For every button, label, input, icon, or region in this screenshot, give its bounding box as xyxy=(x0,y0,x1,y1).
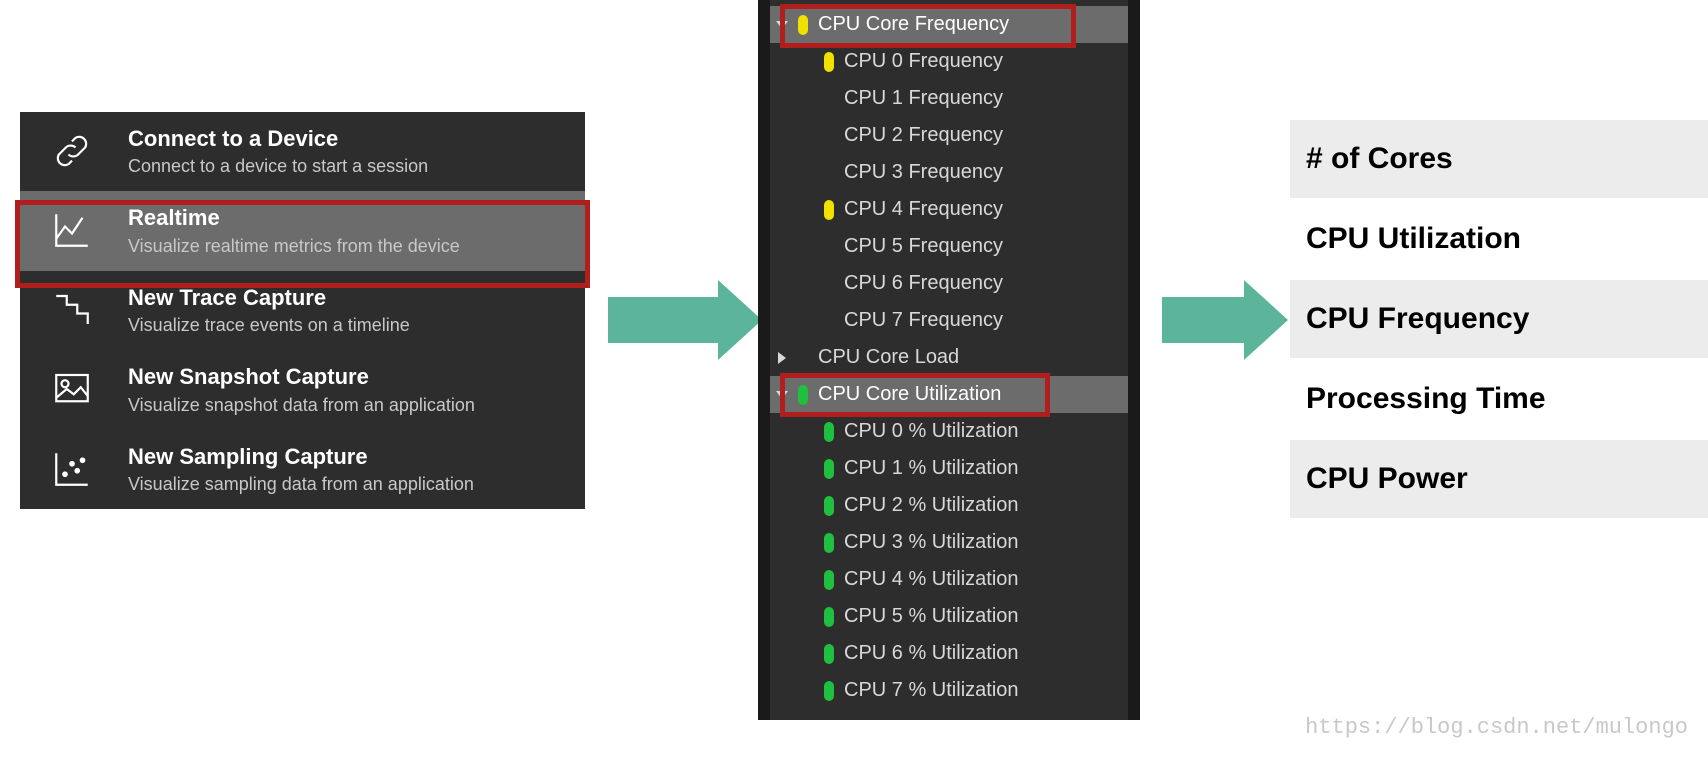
menu-item-title: New Snapshot Capture xyxy=(128,364,561,390)
list-item[interactable]: CPU Power xyxy=(1290,440,1708,520)
watermark-text: https://blog.csdn.net/mulongo xyxy=(1305,715,1688,740)
list-item-label: CPU Power xyxy=(1306,462,1468,495)
color-marker-icon xyxy=(824,644,834,664)
menu-item-snapshot[interactable]: New Snapshot Capture Visualize snapshot … xyxy=(20,350,585,429)
metric-list: # of Cores CPU Utilization CPU Frequency… xyxy=(1290,120,1708,520)
tree-node[interactable]: CPU 0 Frequency xyxy=(770,43,1128,80)
color-marker-icon xyxy=(824,89,834,109)
arrow-icon xyxy=(608,280,762,360)
color-marker-icon xyxy=(824,237,834,257)
tree-node-label: CPU Core Frequency xyxy=(818,13,1009,36)
tree-node-cpu-core-frequency[interactable]: CPU Core Frequency xyxy=(770,6,1128,43)
color-marker-icon xyxy=(824,570,834,590)
tree-node[interactable]: CPU 0 % Utilization xyxy=(770,413,1128,450)
color-marker-icon xyxy=(824,311,834,331)
tree-node-label: CPU 3 % Utilization xyxy=(844,531,1019,554)
list-item[interactable]: CPU Utilization xyxy=(1290,200,1708,280)
list-item[interactable]: CPU Frequency xyxy=(1290,280,1708,360)
tree-node[interactable]: CPU 5 Frequency xyxy=(770,228,1128,265)
list-item-label: CPU Frequency xyxy=(1306,302,1529,335)
color-marker-icon xyxy=(824,607,834,627)
list-item-label: # of Cores xyxy=(1306,142,1453,175)
tree-node[interactable]: CPU 3 Frequency xyxy=(770,154,1128,191)
tree-node-label: CPU Core Utilization xyxy=(818,383,1001,406)
tree-node[interactable]: CPU 4 Frequency xyxy=(770,191,1128,228)
color-marker-icon xyxy=(824,52,834,72)
color-marker-icon xyxy=(824,459,834,479)
menu-item-realtime[interactable]: Realtime Visualize realtime metrics from… xyxy=(20,191,585,270)
color-marker-icon xyxy=(824,422,834,442)
menu-item-subtitle: Visualize trace events on a timeline xyxy=(128,315,561,336)
tree-node-label: CPU 1 Frequency xyxy=(844,87,1003,110)
tree-node[interactable]: CPU 5 % Utilization xyxy=(770,598,1128,635)
color-marker-icon xyxy=(824,126,834,146)
menu-item-title: Realtime xyxy=(128,205,561,231)
tree-node-label: CPU 0 Frequency xyxy=(844,50,1003,73)
tree-node[interactable]: CPU 2 % Utilization xyxy=(770,487,1128,524)
menu-item-trace[interactable]: New Trace Capture Visualize trace events… xyxy=(20,271,585,350)
tree-node[interactable]: CPU 6 % Utilization xyxy=(770,635,1128,672)
tree-node-label: CPU 6 Frequency xyxy=(844,272,1003,295)
color-marker-icon xyxy=(798,385,808,405)
tree-node[interactable]: CPU 3 % Utilization xyxy=(770,524,1128,561)
tree-node-label: CPU 5 % Utilization xyxy=(844,605,1019,628)
menu-item-title: New Trace Capture xyxy=(128,285,561,311)
tree-node[interactable]: CPU 2 Frequency xyxy=(770,117,1128,154)
color-marker-icon xyxy=(798,348,808,368)
tree-node[interactable]: CPU 4 % Utilization xyxy=(770,561,1128,598)
tree-node-label: CPU 5 Frequency xyxy=(844,235,1003,258)
tree-node-label: CPU 2 % Utilization xyxy=(844,494,1019,517)
menu-item-subtitle: Visualize snapshot data from an applicat… xyxy=(128,395,561,416)
menu-item-subtitle: Connect to a device to start a session xyxy=(128,156,561,177)
menu-item-subtitle: Visualize sampling data from an applicat… xyxy=(128,474,561,495)
arrow-icon xyxy=(1162,280,1288,360)
tree-node-label: CPU 4 % Utilization xyxy=(844,568,1019,591)
tree-node-cpu-core-load[interactable]: CPU Core Load xyxy=(770,339,1128,376)
tree-node-label: CPU 0 % Utilization xyxy=(844,420,1019,443)
color-marker-icon xyxy=(824,200,834,220)
list-item[interactable]: Processing Time xyxy=(1290,360,1708,440)
menu-item-sampling[interactable]: New Sampling Capture Visualize sampling … xyxy=(20,430,585,509)
color-marker-icon xyxy=(824,681,834,701)
color-marker-icon xyxy=(798,15,808,35)
tree-node[interactable]: CPU 1 Frequency xyxy=(770,80,1128,117)
tree-node-label: CPU 6 % Utilization xyxy=(844,642,1019,665)
tree-node[interactable]: CPU 1 % Utilization xyxy=(770,450,1128,487)
tree-node-label: CPU 7 Frequency xyxy=(844,309,1003,332)
menu-item-title: New Sampling Capture xyxy=(128,444,561,470)
color-marker-icon xyxy=(824,163,834,183)
tree-node-label: CPU 3 Frequency xyxy=(844,161,1003,184)
chart-icon xyxy=(44,205,100,255)
image-icon xyxy=(44,364,100,414)
tree-node-label: CPU 2 Frequency xyxy=(844,124,1003,147)
tree-node[interactable]: CPU 7 % Utilization xyxy=(770,672,1128,709)
menu-item-subtitle: Visualize realtime metrics from the devi… xyxy=(128,236,561,257)
scatter-icon xyxy=(44,444,100,494)
color-marker-icon xyxy=(824,496,834,516)
link-icon xyxy=(44,126,100,176)
list-item-label: Processing Time xyxy=(1306,382,1546,415)
tree-node-label: CPU Core Load xyxy=(818,346,959,369)
list-item[interactable]: # of Cores xyxy=(1290,120,1708,200)
list-item-label: CPU Utilization xyxy=(1306,222,1521,255)
stairs-icon xyxy=(44,285,100,335)
metric-tree: CPU Core Frequency CPU 0 Frequency CPU 1… xyxy=(758,0,1140,720)
tree-node-label: CPU 4 Frequency xyxy=(844,198,1003,221)
tree-node[interactable]: CPU 6 Frequency xyxy=(770,265,1128,302)
menu-item-title: Connect to a Device xyxy=(128,126,561,152)
menu-item-connect[interactable]: Connect to a Device Connect to a device … xyxy=(20,112,585,191)
tree-node-label: CPU 1 % Utilization xyxy=(844,457,1019,480)
tree-node-cpu-core-utilization[interactable]: CPU Core Utilization xyxy=(770,376,1128,413)
color-marker-icon xyxy=(824,274,834,294)
tree-node[interactable]: CPU 7 Frequency xyxy=(770,302,1128,339)
tree-node-label: CPU 7 % Utilization xyxy=(844,679,1019,702)
color-marker-icon xyxy=(824,533,834,553)
session-menu: Connect to a Device Connect to a device … xyxy=(20,112,585,509)
